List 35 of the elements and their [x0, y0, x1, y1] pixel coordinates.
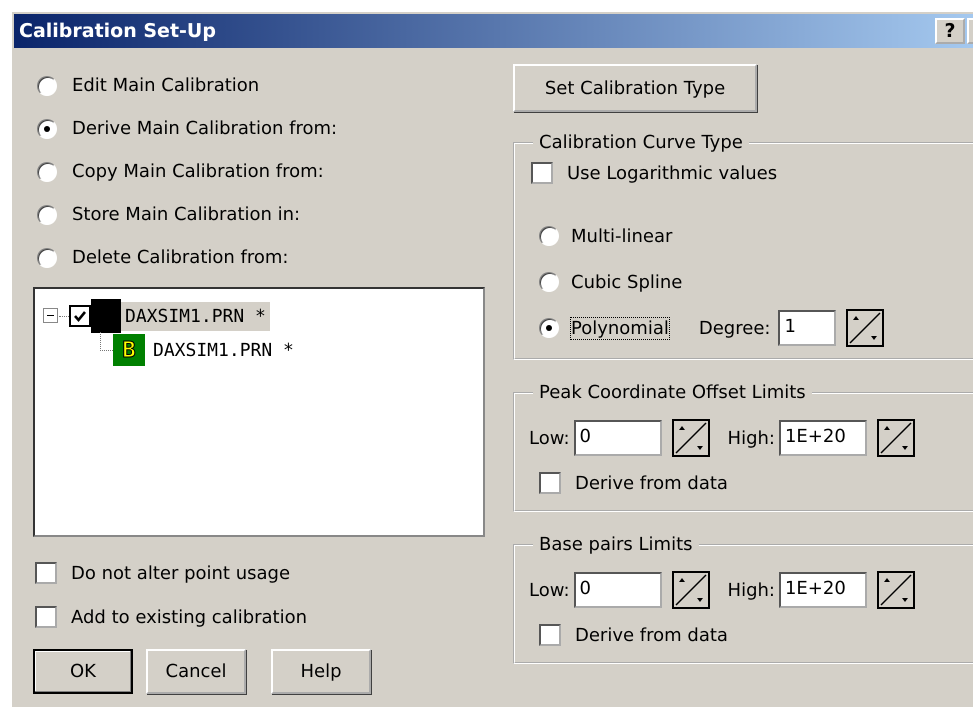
group-title: Calibration Curve Type: [538, 132, 744, 153]
field-label: High:: [728, 580, 775, 600]
set-calibration-type-button[interactable]: Set Calibration Type: [513, 64, 757, 112]
radio-label: Polynomial: [571, 318, 669, 338]
tree-item[interactable]: DAXSIM1.PRN *: [149, 336, 298, 364]
input-field[interactable]: 1E+20: [778, 420, 867, 456]
radio-label: Cubic Spline: [571, 272, 682, 292]
checkbox-label: Use Logarithmic values: [567, 162, 778, 184]
radio-label: Multi-linear: [571, 226, 672, 246]
checkbox-label: Derive from data: [575, 624, 728, 646]
degree-label: Degree:: [698, 318, 770, 338]
checkbox-label: Derive from data: [575, 472, 728, 494]
checkbox-label: Do not alter point usage: [71, 562, 290, 584]
field-label: Low:: [529, 428, 570, 448]
dialog-button[interactable]: Help: [271, 649, 371, 694]
group-title: Base pairs Limits: [538, 534, 694, 555]
input-field[interactable]: 0: [574, 572, 662, 608]
dialog-button[interactable]: OK: [33, 649, 133, 694]
window-title: Calibration Set-Up: [18, 20, 216, 42]
field-label: High:: [728, 428, 775, 448]
radio-label: Delete Calibration from:: [72, 247, 288, 268]
radio-label: Store Main Calibration in:: [72, 204, 300, 225]
help-button[interactable]: ?: [935, 18, 965, 44]
checkbox-label: Add to existing calibration: [71, 606, 308, 628]
tree-item[interactable]: DAXSIM1.PRN *: [121, 302, 270, 330]
b-badge-icon: B: [113, 334, 145, 366]
field-label: Low:: [529, 580, 570, 600]
degree-field[interactable]: 1: [778, 310, 836, 346]
input-field[interactable]: 0: [574, 420, 662, 456]
radio-label: Edit Main Calibration: [72, 75, 260, 96]
dialog-button[interactable]: Cancel: [146, 649, 246, 694]
input-field[interactable]: 1E+20: [778, 572, 867, 608]
radio-label: Derive Main Calibration from:: [72, 118, 338, 139]
group-title: Peak Coordinate Offset Limits: [538, 382, 807, 403]
radio-label: Copy Main Calibration from:: [72, 161, 324, 182]
